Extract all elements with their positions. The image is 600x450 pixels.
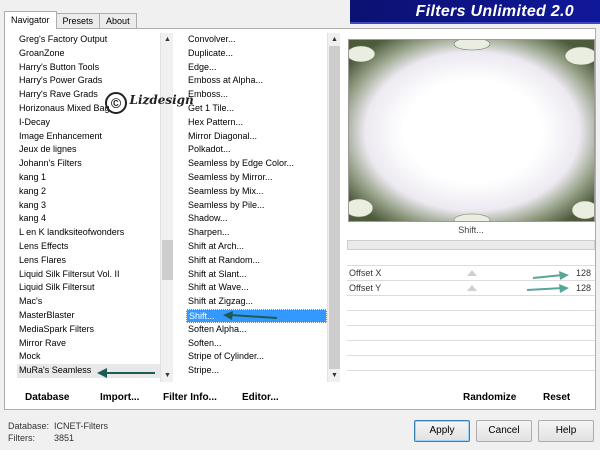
scroll-up-arrow-icon[interactable]: ▲ bbox=[328, 33, 341, 46]
database-button[interactable]: Database bbox=[25, 392, 69, 403]
filter-list-item[interactable]: Get 1 Tile... bbox=[186, 102, 327, 116]
filter-list-item[interactable]: Shift at Arch... bbox=[186, 240, 327, 254]
cancel-button[interactable]: Cancel bbox=[476, 420, 532, 442]
category-list-item[interactable]: Liquid Silk Filtersut bbox=[17, 281, 160, 295]
lizdesign-watermark: © Lizdesign bbox=[105, 92, 194, 114]
tab-about[interactable]: About bbox=[99, 13, 137, 29]
slider-marker-icon bbox=[467, 285, 477, 291]
category-list-item[interactable]: MediaSpark Filters bbox=[17, 323, 160, 337]
tab-bar: Navigator Presets About bbox=[4, 11, 137, 29]
randomize-button[interactable]: Randomize bbox=[463, 392, 516, 403]
filter-list-item[interactable]: Sharpen... bbox=[186, 226, 327, 240]
filter-list-item[interactable]: Soften Alpha... bbox=[186, 323, 327, 337]
filter-list-item[interactable]: Hex Pattern... bbox=[186, 116, 327, 130]
editor-button[interactable]: Editor... bbox=[242, 392, 279, 403]
filter-list-item[interactable]: Soften... bbox=[186, 337, 327, 351]
category-list[interactable]: Greg's Factory Output GroanZone Harry's Bu… bbox=[17, 33, 160, 382]
annotation-arrow-icon bbox=[532, 271, 569, 280]
category-list-item[interactable]: L en K landksiteofwonders bbox=[17, 226, 160, 240]
category-list-item[interactable]: Harry's Button Tools bbox=[17, 61, 160, 75]
filter-list-item[interactable]: Seamless by Mix... bbox=[186, 185, 327, 199]
status-database-label: Database: bbox=[8, 421, 50, 431]
category-list-item[interactable]: Greg's Factory Output bbox=[17, 33, 160, 47]
category-list-item[interactable]: kang 3 bbox=[17, 199, 160, 213]
filter-list-item[interactable]: Emboss at Alpha... bbox=[186, 74, 327, 88]
category-list-item[interactable]: kang 4 bbox=[17, 212, 160, 226]
tab-presets[interactable]: Presets bbox=[55, 13, 101, 29]
category-list-item[interactable]: MasterBlaster bbox=[17, 309, 160, 323]
category-list-item[interactable]: Lens Effects bbox=[17, 240, 160, 254]
copyright-icon: © bbox=[105, 92, 127, 114]
scroll-up-arrow-icon[interactable]: ▲ bbox=[161, 33, 174, 46]
help-button[interactable]: Help bbox=[538, 420, 594, 442]
apply-button[interactable]: Apply bbox=[414, 420, 470, 442]
category-list-item[interactable]: Harry's Power Grads bbox=[17, 74, 160, 88]
scroll-down-arrow-icon[interactable]: ▼ bbox=[161, 369, 174, 382]
filter-list-item[interactable]: Shift at Zigzag... bbox=[186, 295, 327, 309]
category-list-item[interactable]: Mac's bbox=[17, 295, 160, 309]
navigator-panel: Greg's Factory Output GroanZone Harry's Bu… bbox=[4, 28, 596, 410]
category-list-item[interactable]: Mirror Rave bbox=[17, 337, 160, 351]
filter-scrollbar[interactable]: ▲ ▼ bbox=[327, 33, 340, 382]
preview-image bbox=[348, 39, 595, 222]
category-list-item[interactable]: I-Decay bbox=[17, 116, 160, 130]
filter-list-item[interactable]: Polkadot... bbox=[186, 143, 327, 157]
preview-flowers-image bbox=[349, 40, 594, 221]
slider-marker-icon bbox=[467, 270, 477, 276]
filter-info-button[interactable]: Filter Info... bbox=[163, 392, 217, 403]
category-list-item[interactable]: kang 1 bbox=[17, 171, 160, 185]
category-list-item[interactable]: Liquid Silk Filtersut Vol. II bbox=[17, 268, 160, 282]
filter-list-item[interactable]: Mirror Diagonal... bbox=[186, 130, 327, 144]
filter-list-item[interactable]: Seamless by Mirror... bbox=[186, 171, 327, 185]
filter-list-item[interactable]: Seamless by Pile... bbox=[186, 199, 327, 213]
filter-list-item[interactable]: Stripe of Cylinder... bbox=[186, 350, 327, 364]
selected-filter-name: Shift... bbox=[458, 225, 484, 235]
filter-list-item[interactable]: Shift at Wave... bbox=[186, 281, 327, 295]
filters-unlimited-banner: Filters Unlimited 2.0 bbox=[350, 0, 600, 24]
filter-list-item[interactable]: Convolver... bbox=[186, 33, 327, 47]
filter-list-item[interactable]: Seamless by Edge Color... bbox=[186, 157, 327, 171]
scroll-down-arrow-icon[interactable]: ▼ bbox=[328, 369, 341, 382]
category-list-item[interactable]: Mock bbox=[17, 350, 160, 364]
category-list-item[interactable]: kang 2 bbox=[17, 185, 160, 199]
status-filters-label: Filters: bbox=[8, 433, 35, 443]
filter-list-item[interactable]: Edge... bbox=[186, 61, 327, 75]
annotation-arrow-icon bbox=[223, 311, 278, 320]
category-list-item[interactable]: Image Enhancement bbox=[17, 130, 160, 144]
reset-button[interactable]: Reset bbox=[543, 392, 570, 403]
category-list-item[interactable]: Jeux de lignes bbox=[17, 143, 160, 157]
filter-scroll-thumb[interactable] bbox=[329, 46, 340, 369]
status-filters-value: 3851 bbox=[54, 433, 75, 443]
filter-list-item[interactable]: Duplicate... bbox=[186, 47, 327, 61]
filter-list-item[interactable]: Shift at Slant... bbox=[186, 268, 327, 282]
annotation-arrow-icon bbox=[97, 368, 155, 378]
filter-list-item[interactable]: Shadow... bbox=[186, 212, 327, 226]
category-list-item[interactable]: Johann's Filters bbox=[17, 157, 160, 171]
tab-navigator[interactable]: Navigator bbox=[4, 11, 57, 29]
filter-list-item[interactable]: Emboss... bbox=[186, 88, 327, 102]
filter-list[interactable]: Convolver... Duplicate... Edge... Emboss at… bbox=[186, 33, 327, 382]
status-database-value: ICNET-Filters bbox=[54, 421, 108, 431]
category-scroll-thumb[interactable] bbox=[162, 240, 173, 280]
annotation-arrow-icon bbox=[526, 284, 569, 293]
progress-bar bbox=[347, 240, 595, 250]
category-scrollbar[interactable]: ▲ ▼ bbox=[160, 33, 173, 382]
category-list-item[interactable]: Lens Flares bbox=[17, 254, 160, 268]
category-list-item[interactable]: GroanZone bbox=[17, 47, 160, 61]
filter-list-item[interactable]: Shift at Random... bbox=[186, 254, 327, 268]
import-button[interactable]: Import... bbox=[100, 392, 139, 403]
filter-list-item[interactable]: Stripe... bbox=[186, 364, 327, 378]
